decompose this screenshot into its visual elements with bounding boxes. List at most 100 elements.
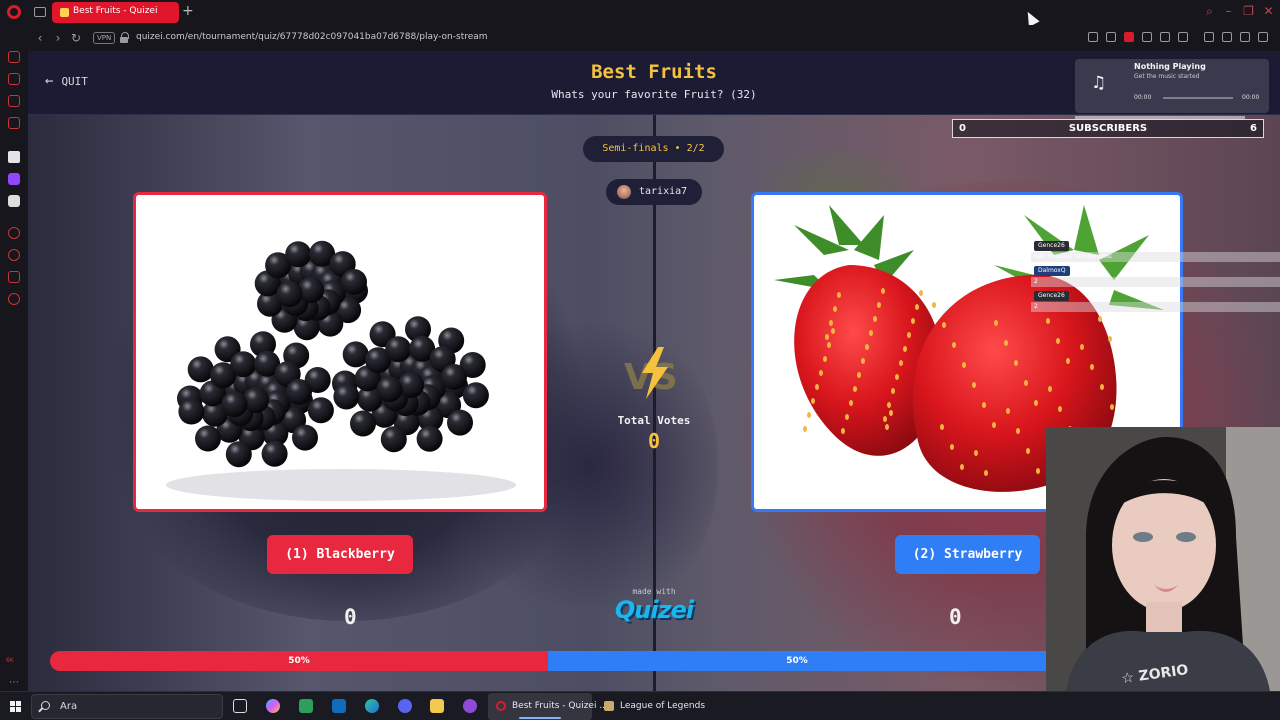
blackberry-drupe xyxy=(462,382,489,409)
strawberry-seed xyxy=(1024,380,1028,386)
taskbar-app-opera[interactable]: Best Fruits - Quizei ... xyxy=(488,693,608,720)
total-votes-label: Total Votes xyxy=(617,414,691,427)
choice-card-left[interactable] xyxy=(133,192,547,512)
vpn-badge[interactable]: VPN xyxy=(93,32,116,44)
blackberry-drupe xyxy=(341,269,367,295)
chat-message: 2 xyxy=(1031,277,1280,287)
strawberry-seed xyxy=(825,334,829,340)
sidebar-history-icon[interactable] xyxy=(8,227,20,239)
subscribers-label: SUBSCRIBERS xyxy=(1068,123,1148,134)
windows-start-icon[interactable] xyxy=(10,701,21,712)
strawberry-seed xyxy=(811,398,815,404)
snapshot-icon[interactable] xyxy=(1106,32,1116,42)
round-badge: Semi-finals • 2/2 xyxy=(583,136,724,162)
blackberry-drupe xyxy=(285,241,312,268)
back-nav-icon[interactable]: ‹ xyxy=(33,31,47,45)
strawberry-seed xyxy=(815,384,819,390)
adblock-shield-icon[interactable] xyxy=(1124,32,1134,42)
blackberry-drupe xyxy=(376,376,403,403)
sidebar-twitch-icon[interactable] xyxy=(8,173,20,185)
sidebar-x-icon[interactable] xyxy=(8,195,20,207)
sidebar-tiktok-icon[interactable] xyxy=(8,151,20,163)
strawberry-seed xyxy=(919,290,923,296)
subscribers-goal: SUBSCRIBERS 0 6 xyxy=(952,119,1264,138)
file-explorer-icon[interactable] xyxy=(430,699,444,713)
strawberry-seed xyxy=(1080,344,1084,350)
taskbar-search-input[interactable]: Ara xyxy=(31,694,223,719)
strawberry-seed xyxy=(1034,400,1038,406)
browser-tab-active[interactable]: Best Fruits - Quizei xyxy=(52,2,179,23)
taskbar-app-label: Best Fruits - Quizei ... xyxy=(512,701,608,711)
vote-button-right[interactable]: (2) Strawberry xyxy=(895,535,1040,574)
sidebar-pin-icon[interactable] xyxy=(8,271,20,283)
tab-switcher-icon[interactable] xyxy=(34,7,46,17)
strawberry-seed xyxy=(827,342,831,348)
browser-tab-bar: Best Fruits - Quizei + ⌕ – ❐ ✕ xyxy=(0,0,1280,27)
opera-logo-icon[interactable] xyxy=(7,5,21,19)
strawberry-seed xyxy=(887,402,891,408)
download-icon[interactable] xyxy=(1240,32,1250,42)
address-bar: ‹ › ↻ VPN quizei.com/en/tournament/quiz/… xyxy=(28,25,1280,51)
strawberry-seed xyxy=(895,374,899,380)
strawberry-seed xyxy=(831,328,835,334)
quiz-page: ← QUIT Best Fruits Whats your favorite F… xyxy=(28,51,1280,691)
sidebar-more-icon[interactable]: ⋯ xyxy=(9,677,19,688)
vote-percent-bar-left: 50% xyxy=(50,651,548,671)
close-window-icon[interactable]: ✕ xyxy=(1262,5,1275,18)
blackberry-drupe xyxy=(333,383,360,410)
strawberry-seed xyxy=(982,402,986,408)
streamer-webcam-image: ☆ ZORIO xyxy=(1046,427,1280,691)
chat-app-icon[interactable] xyxy=(463,699,477,713)
copilot-icon[interactable] xyxy=(266,699,280,713)
outlook-icon[interactable] xyxy=(332,699,346,713)
discord-icon[interactable] xyxy=(398,699,412,713)
forward-nav-icon[interactable]: › xyxy=(51,31,65,45)
play-icon[interactable] xyxy=(1160,32,1170,42)
search-icon xyxy=(41,701,50,710)
menu-icon[interactable] xyxy=(1258,32,1268,42)
strawberry-seed xyxy=(1090,364,1094,370)
chat-user-line: DalmoxQ xyxy=(1031,266,1091,276)
blackberry-drupe xyxy=(385,336,412,363)
task-view-icon[interactable] xyxy=(233,699,247,713)
strawberry-seed xyxy=(823,356,827,362)
extensions-icon[interactable] xyxy=(1204,32,1214,42)
sidebar-messenger-icon[interactable] xyxy=(8,95,20,107)
sidebar-instagram-icon[interactable] xyxy=(8,117,20,129)
strawberry-seed xyxy=(877,302,881,308)
avatar xyxy=(617,185,631,199)
strawberry-seed xyxy=(1100,384,1104,390)
search-tabs-icon[interactable]: ⌕ xyxy=(1203,5,1216,18)
strawberry-seed xyxy=(1066,358,1070,364)
sidebar-settings-icon[interactable] xyxy=(8,293,20,305)
strawberry-seed xyxy=(1056,338,1060,344)
subscribers-goal-count: 6 xyxy=(1250,123,1257,134)
music-seek-bar[interactable] xyxy=(1163,97,1233,99)
minimize-icon[interactable]: – xyxy=(1222,5,1235,18)
taskbar-app-league[interactable]: League of Legends xyxy=(596,693,705,720)
translate-icon[interactable] xyxy=(1142,32,1152,42)
sidebar-clock-icon[interactable] xyxy=(8,249,20,261)
new-tab-icon[interactable]: + xyxy=(182,3,194,19)
store-icon[interactable] xyxy=(299,699,313,713)
url-field[interactable]: quizei.com/en/tournament/quiz/67778d02c0… xyxy=(136,32,488,42)
strawberry-seed xyxy=(1036,468,1040,474)
heart-icon[interactable] xyxy=(1178,32,1188,42)
sidebar-aria-icon[interactable] xyxy=(8,51,20,63)
strawberry-seed xyxy=(865,344,869,350)
wallet-icon[interactable] xyxy=(1222,32,1232,42)
music-subtitle: Get the music started xyxy=(1134,73,1200,80)
reload-icon[interactable]: ↻ xyxy=(69,31,83,45)
vote-button-left[interactable]: (1) Blackberry xyxy=(267,535,413,574)
taskbar-search-placeholder: Ara xyxy=(60,701,78,712)
restore-icon[interactable]: ❐ xyxy=(1242,5,1255,18)
strawberry-seed xyxy=(1004,340,1008,346)
sidebar-shopping-icon[interactable] xyxy=(8,73,20,85)
strawberry-seed xyxy=(891,388,895,394)
music-widget[interactable]: ♫ Nothing Playing Get the music started … xyxy=(1075,59,1269,119)
edge-icon[interactable] xyxy=(365,699,379,713)
lock-icon[interactable] xyxy=(120,32,129,43)
blackberry-drupe xyxy=(230,351,257,378)
bookmark-icon[interactable] xyxy=(1088,32,1098,42)
blackberry-drupe xyxy=(187,356,214,383)
